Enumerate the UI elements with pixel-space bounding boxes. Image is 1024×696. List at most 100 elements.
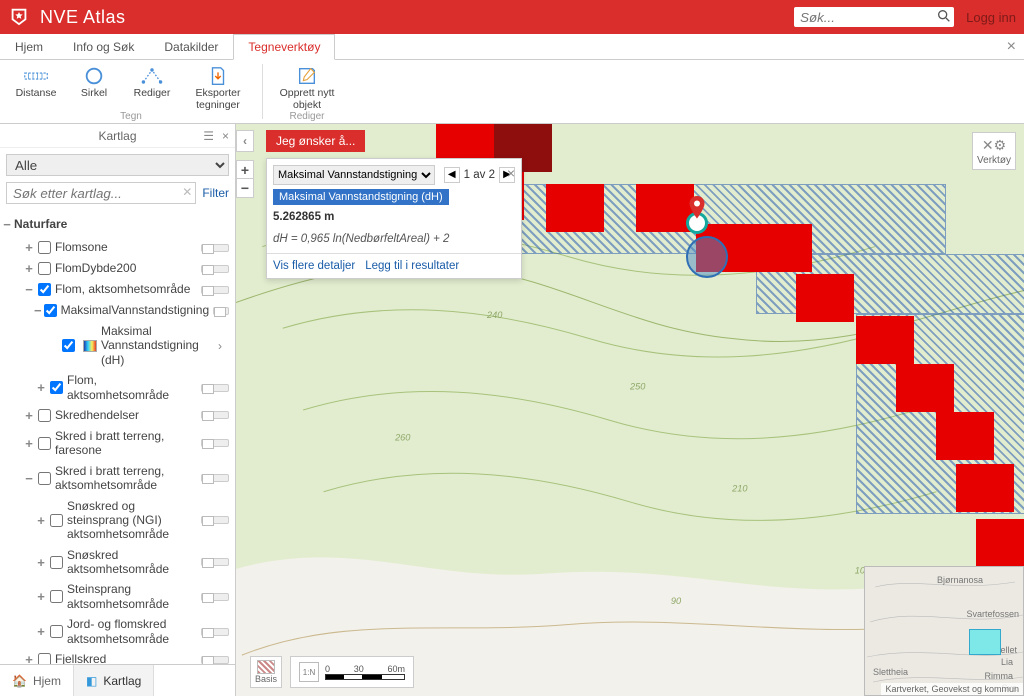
- global-search-input[interactable]: [794, 7, 954, 27]
- overview-map[interactable]: Bjørnanosa Svartefossen Litlefjellet Sle…: [864, 566, 1024, 696]
- zoom-in-button[interactable]: +: [237, 161, 253, 179]
- wrench-icon: ✕⚙: [982, 137, 1006, 154]
- pager-prev-button[interactable]: ◀: [444, 167, 460, 183]
- tree-toggle[interactable]: −: [22, 282, 36, 297]
- tree-row[interactable]: +Snøskred og steinsprang (NGI) aktsomhet…: [0, 496, 235, 545]
- tree-row[interactable]: Maksimal Vannstandstigning (dH)›: [0, 321, 235, 370]
- tree-row[interactable]: +Flom, aktsomhetsområde: [0, 370, 235, 405]
- close-icon[interactable]: ×: [1007, 38, 1016, 56]
- tree-toggle[interactable]: +: [34, 555, 48, 570]
- popup-details-link[interactable]: Vis flere detaljer: [273, 260, 355, 272]
- tree-row[interactable]: +Steinsprang aktsomhetsområde: [0, 579, 235, 614]
- layer-checkbox[interactable]: [38, 241, 51, 254]
- layer-checkbox[interactable]: [38, 653, 51, 664]
- tree-section-label: Naturfare: [14, 217, 229, 231]
- tree-row[interactable]: +Skred i bratt terreng, faresone: [0, 426, 235, 461]
- tree-toggle[interactable]: +: [34, 624, 48, 639]
- layer-checkbox[interactable]: [38, 283, 51, 296]
- opacity-slider[interactable]: [213, 307, 229, 315]
- bottom-tab-hjem[interactable]: 🏠 Hjem: [0, 665, 73, 696]
- tree-row[interactable]: +Skredhendelser: [0, 405, 235, 426]
- map[interactable]: 240250 210260 10090: [236, 124, 1024, 696]
- opacity-slider[interactable]: [201, 474, 229, 482]
- login-link[interactable]: Logg inn: [966, 10, 1016, 25]
- opacity-slider[interactable]: [201, 244, 229, 252]
- opacity-slider[interactable]: [201, 265, 229, 273]
- panel-menu-icon[interactable]: ☰: [203, 129, 214, 143]
- opacity-slider[interactable]: [201, 439, 229, 447]
- tree-toggle[interactable]: −: [34, 303, 42, 318]
- scale-input-icon[interactable]: 1:N: [299, 662, 319, 682]
- search-icon[interactable]: [936, 8, 952, 27]
- tree-toggle[interactable]: +: [22, 652, 36, 664]
- opacity-slider[interactable]: [201, 558, 229, 566]
- tree-row[interactable]: +Fjellskred: [0, 649, 235, 664]
- tree-row[interactable]: −Skred i bratt terreng, aktsomhetsområde: [0, 461, 235, 496]
- opacity-slider[interactable]: [201, 628, 229, 636]
- layer-checkbox[interactable]: [50, 381, 63, 394]
- zoom-out-button[interactable]: −: [237, 179, 253, 197]
- opacity-slider[interactable]: [201, 656, 229, 664]
- layer-checkbox[interactable]: [50, 625, 63, 638]
- filter-link[interactable]: Filter: [202, 186, 229, 200]
- tree-toggle[interactable]: +: [22, 408, 36, 423]
- ribbon-eksporter[interactable]: Eksporter tegninger: [182, 64, 254, 111]
- tree-toggle[interactable]: +: [22, 240, 36, 255]
- overview-viewport[interactable]: [969, 629, 1001, 655]
- tree-toggle[interactable]: +: [34, 513, 48, 528]
- svg-text:240: 240: [486, 310, 503, 320]
- basemap-button[interactable]: Basis: [250, 656, 282, 688]
- layer-checkbox[interactable]: [38, 409, 51, 422]
- tree-toggle[interactable]: +: [22, 436, 36, 451]
- ribbon-opprett[interactable]: Opprett nytt objekt: [271, 64, 343, 111]
- popup-add-results-link[interactable]: Legg til i resultater: [365, 260, 459, 272]
- layer-checkbox[interactable]: [38, 472, 51, 485]
- collapse-sidebar-button[interactable]: ‹: [236, 130, 254, 152]
- tree-toggle[interactable]: −: [0, 217, 14, 232]
- opacity-slider[interactable]: [201, 516, 229, 524]
- tree-row[interactable]: −Flom, aktsomhetsområde: [0, 279, 235, 300]
- popup-close-icon[interactable]: ×: [507, 165, 515, 181]
- tools-button[interactable]: ✕⚙ Verktøy: [972, 132, 1016, 170]
- ribbon-distanse[interactable]: Distanse: [8, 64, 64, 111]
- tab-hjem[interactable]: Hjem: [0, 33, 58, 59]
- layer-checkbox[interactable]: [50, 514, 63, 527]
- tree-row[interactable]: +Snøskred aktsomhetsområde: [0, 545, 235, 580]
- tree-toggle[interactable]: −: [22, 471, 36, 486]
- layer-checkbox[interactable]: [38, 437, 51, 450]
- opacity-slider[interactable]: [201, 593, 229, 601]
- tree-toggle[interactable]: +: [34, 380, 48, 395]
- tree-row[interactable]: −MaksimalVannstandstigning: [0, 300, 235, 321]
- tree-toggle[interactable]: +: [22, 261, 36, 276]
- popup-layer-select[interactable]: Maksimal Vannstandstigning: [273, 165, 435, 185]
- opacity-slider[interactable]: [201, 384, 229, 392]
- tab-tegneverktoy[interactable]: Tegneverktøy: [233, 34, 335, 60]
- opacity-slider[interactable]: [201, 411, 229, 419]
- layer-checkbox[interactable]: [62, 339, 75, 352]
- layer-checkbox[interactable]: [38, 262, 51, 275]
- category-select[interactable]: Alle: [6, 154, 229, 176]
- chevron-right-icon[interactable]: ›: [211, 339, 229, 353]
- opacity-slider[interactable]: [201, 286, 229, 294]
- ribbon-rediger[interactable]: Rediger: [124, 64, 180, 111]
- i-want-to-button[interactable]: Jeg ønsker å...: [266, 130, 365, 152]
- tree-toggle[interactable]: +: [34, 589, 48, 604]
- layer-search-input[interactable]: [6, 182, 196, 204]
- layer-checkbox[interactable]: [44, 304, 57, 317]
- tab-info-sok[interactable]: Info og Søk: [58, 33, 149, 59]
- scale-control: 1:N 0 30 60m: [290, 656, 414, 688]
- tab-datakilder[interactable]: Datakilder: [149, 33, 233, 59]
- ruler-icon: [24, 64, 48, 88]
- panel-close-icon[interactable]: ×: [222, 129, 229, 143]
- clear-icon[interactable]: ✕: [182, 185, 192, 199]
- tabs-row: Hjem Info og Søk Datakilder Tegneverktøy…: [0, 34, 1024, 60]
- tree-row[interactable]: +Flomsone: [0, 237, 235, 258]
- bottom-tab-kartlag[interactable]: ◧ Kartlag: [73, 665, 154, 696]
- layer-checkbox[interactable]: [50, 556, 63, 569]
- layer-tree[interactable]: −Naturfare+Flomsone+FlomDybde200−Flom, a…: [0, 210, 235, 664]
- layer-checkbox[interactable]: [50, 590, 63, 603]
- ribbon-sirkel[interactable]: Sirkel: [66, 64, 122, 111]
- edit-points-icon: [140, 64, 164, 88]
- tree-row[interactable]: +FlomDybde200: [0, 258, 235, 279]
- tree-row[interactable]: +Jord- og flomskred aktsomhetsområde: [0, 614, 235, 649]
